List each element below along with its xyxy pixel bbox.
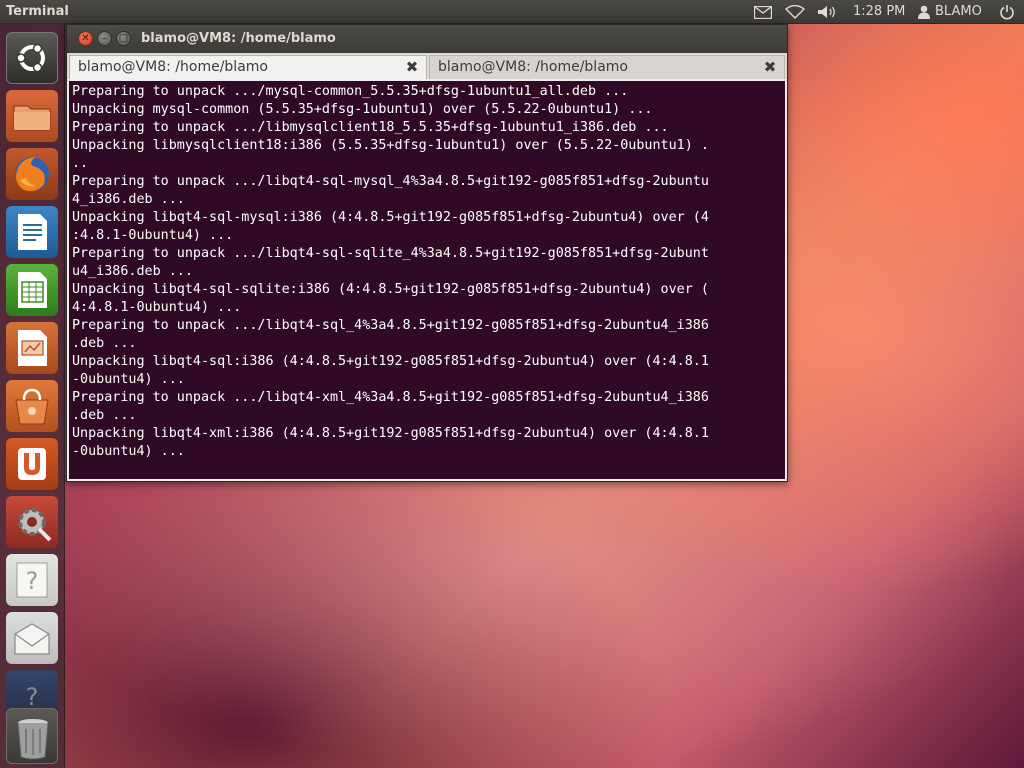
close-icon: ✕ — [81, 32, 90, 44]
user-icon — [916, 0, 932, 24]
window-close-button[interactable]: ✕ — [78, 31, 93, 46]
firefox-icon — [15, 157, 49, 192]
writer-icon — [18, 214, 47, 250]
libreoffice-writer-button[interactable] — [6, 206, 58, 258]
wifi-icon[interactable] — [783, 0, 807, 24]
ubuntu-logo-icon — [16, 43, 45, 73]
terminal-line: u4_i386.deb ... — [72, 264, 193, 279]
dash-home-button[interactable] — [6, 32, 58, 84]
terminal-line: -0ubuntu4) ... — [72, 372, 185, 387]
firefox-button[interactable] — [6, 148, 58, 200]
software-center-icon — [15, 388, 49, 425]
tab-1[interactable]: blamo@VM8: /home/blamo ✖ — [69, 55, 427, 79]
minimize-icon: – — [102, 32, 107, 44]
clock[interactable]: 1:28 PM — [853, 0, 905, 24]
tab-bar: blamo@VM8: /home/blamo ✖ blamo@VM8: /hom… — [67, 53, 787, 79]
panel-app-title: Terminal — [6, 4, 69, 19]
libreoffice-calc-button[interactable] — [6, 264, 58, 316]
settings-icon — [18, 508, 52, 542]
terminal-line: Preparing to unpack .../libqt4-sql-sqlit… — [72, 246, 709, 261]
terminal-line: 4_i386.deb ... — [72, 192, 185, 207]
system-settings-button[interactable] — [6, 496, 58, 548]
tab-label: blamo@VM8: /home/blamo — [78, 59, 268, 75]
libreoffice-impress-button[interactable] — [6, 322, 58, 374]
terminal-line: Preparing to unpack .../libqt4-sql_4%3a4… — [72, 318, 709, 333]
help-icon: ? — [16, 562, 48, 598]
help-button[interactable]: ? — [6, 554, 58, 606]
software-center-button[interactable] — [6, 380, 58, 432]
terminal-line: Unpacking libqt4-xml:i386 (4:4.8.5+git19… — [72, 426, 709, 441]
maximize-icon: □ — [118, 32, 129, 44]
window-minimize-button[interactable]: – — [97, 31, 112, 46]
terminal-line: Preparing to unpack .../mysql-common_5.5… — [72, 84, 629, 99]
impress-icon — [18, 330, 47, 366]
terminal-line: .. — [72, 156, 89, 171]
files-button[interactable] — [6, 90, 58, 142]
terminal-line: .deb ... — [72, 336, 137, 351]
user-name[interactable]: BLAMO — [935, 0, 982, 24]
mail-icon[interactable] — [752, 0, 774, 24]
terminal-body[interactable]: Preparing to unpack .../mysql-common_5.5… — [67, 79, 787, 481]
terminal-line: -0ubuntu4) ... — [72, 444, 185, 459]
mail-app-icon — [14, 623, 50, 655]
ubuntu-one-button[interactable] — [6, 438, 58, 490]
svg-text:?: ? — [26, 567, 39, 595]
tab-label: blamo@VM8: /home/blamo — [438, 59, 628, 75]
top-panel: Terminal 1:28 PM BLAMO — [0, 0, 1024, 24]
terminal-line: Unpacking libmysqlclient18:i386 (5.5.35+… — [72, 138, 709, 153]
terminal-line: Unpacking libqt4-sql-mysql:i386 (4:4.8.5… — [72, 210, 709, 225]
power-icon[interactable] — [996, 0, 1018, 24]
terminal-line: Preparing to unpack .../libqt4-xml_4%3a4… — [72, 390, 709, 405]
terminal-line: 4:4.8.1-0ubuntu4) ... — [72, 300, 242, 315]
mail-app-button[interactable] — [6, 612, 58, 664]
window-maximize-button[interactable]: □ — [116, 31, 131, 46]
terminal-output: Preparing to unpack .../mysql-common_5.5… — [72, 83, 709, 461]
terminal-line: Preparing to unpack .../libqt4-sql-mysql… — [72, 174, 709, 189]
tab-2[interactable]: blamo@VM8: /home/blamo ✖ — [429, 55, 785, 79]
terminal-line: Unpacking mysql-common (5.5.35+dfsg-1ubu… — [72, 102, 653, 117]
trash-button[interactable] — [6, 708, 58, 764]
trash-icon — [17, 719, 49, 760]
terminal-line: :4.8.1-0ubuntu4) ... — [72, 228, 234, 243]
calc-icon — [18, 272, 47, 308]
svg-text:?: ? — [26, 683, 39, 711]
volume-icon[interactable] — [815, 0, 839, 24]
folder-icon — [13, 105, 51, 131]
window-titlebar[interactable]: ✕ – □ blamo@VM8: /home/blamo — [67, 25, 787, 53]
window-title: blamo@VM8: /home/blamo — [141, 31, 336, 46]
tab-close-icon[interactable]: ✖ — [403, 58, 421, 76]
terminal-line: Unpacking libqt4-sql:i386 (4:4.8.5+git19… — [72, 354, 709, 369]
tab-close-icon[interactable]: ✖ — [761, 58, 779, 76]
terminal-window: ✕ – □ blamo@VM8: /home/blamo blamo@VM8: … — [66, 24, 788, 482]
terminal-line: Preparing to unpack .../libmysqlclient18… — [72, 120, 669, 135]
launcher: ? ? — [0, 24, 65, 768]
ubuntu-one-icon — [18, 448, 46, 480]
terminal-line: Unpacking libqt4-sql-sqlite:i386 (4:4.8.… — [72, 282, 709, 297]
terminal-line: .deb ... — [72, 408, 137, 423]
